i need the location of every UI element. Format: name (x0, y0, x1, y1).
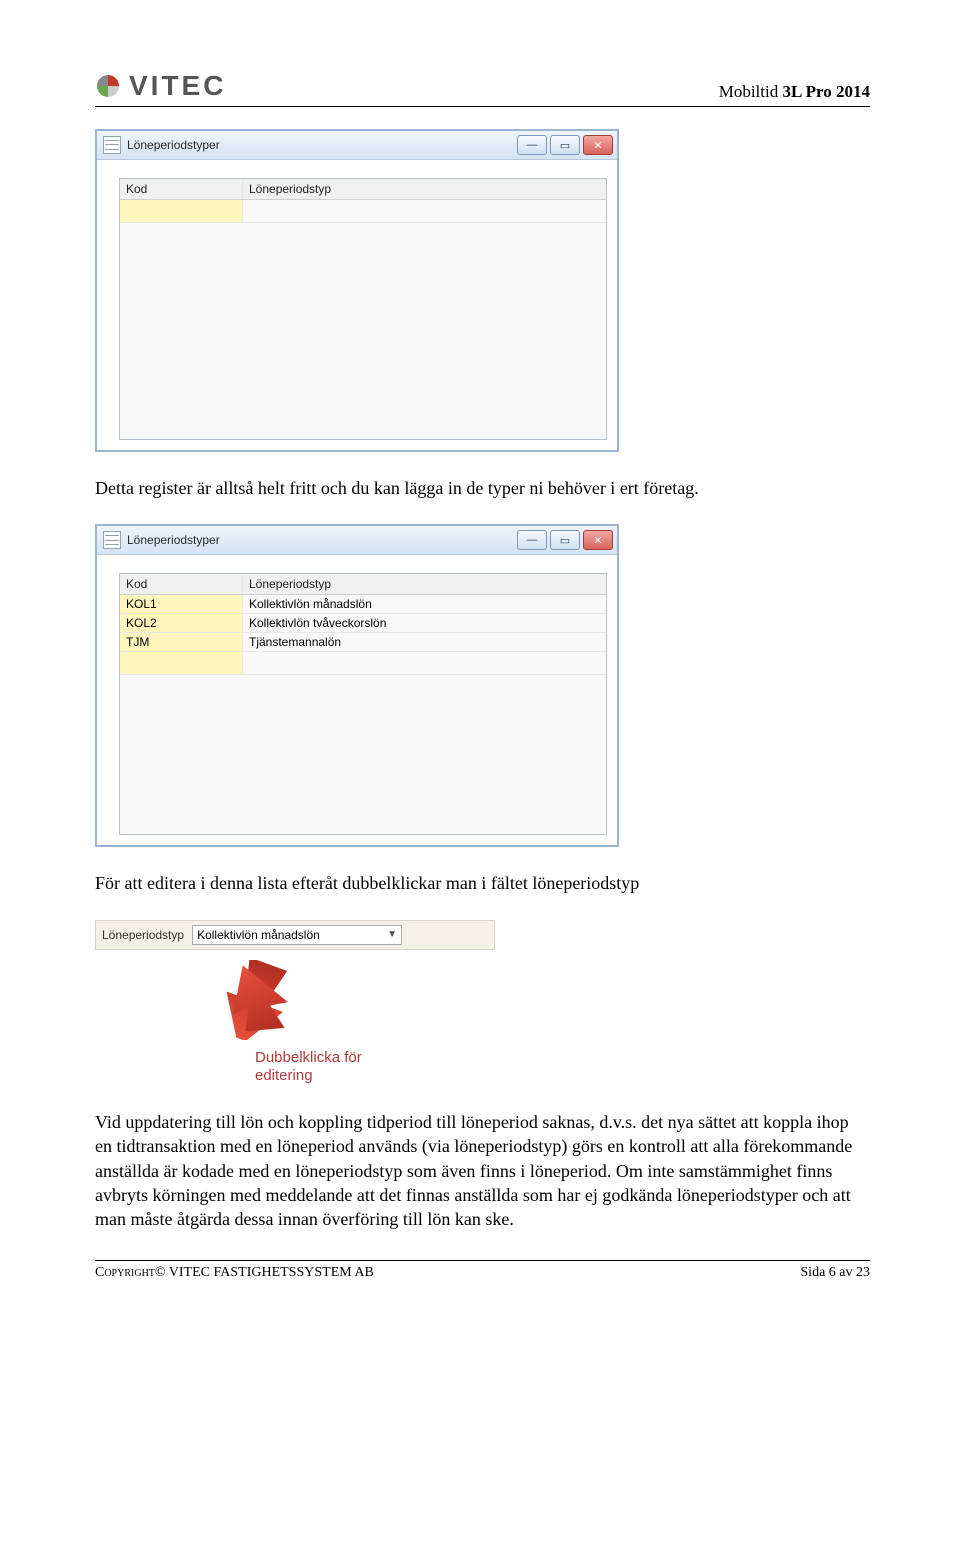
logo-text: VITEC (129, 70, 226, 102)
window-icon (103, 531, 121, 549)
cell-kod[interactable]: TJM (120, 633, 243, 651)
paragraph-1: Detta register är alltså helt fritt och … (95, 476, 870, 500)
dropdown-snippet: Löneperiodstyp Kollektivlön månadslön ▼ (95, 920, 495, 950)
col-typ: Löneperiodstyp (243, 179, 606, 199)
minimize-button[interactable]: — (517, 135, 547, 155)
grid-header: Kod Löneperiodstyp (120, 574, 606, 595)
close-button[interactable]: ✕ (583, 135, 613, 155)
paragraph-3: Vid uppdatering till lön och koppling ti… (95, 1110, 870, 1231)
footer-copyright: Copyright© VITEC FASTIGHETSSYSTEM AB (95, 1265, 374, 1281)
paragraph-2: För att editera i denna lista efteråt du… (95, 871, 870, 895)
dropdown-value: Kollektivlön månadslön (197, 928, 320, 942)
window-icon (103, 136, 121, 154)
grid-row[interactable]: KOL1 Kollektivlön månadslön (120, 595, 606, 614)
vitec-logo-icon (95, 73, 121, 99)
grid[interactable]: Kod Löneperiodstyp (119, 178, 607, 440)
cell-kod[interactable]: KOL2 (120, 614, 243, 632)
logo: VITEC (95, 70, 226, 102)
cell-typ[interactable]: Kollektivlön tvåveckorslön (243, 614, 606, 632)
grid-row[interactable]: TJM Tjänstemannalön (120, 633, 606, 652)
window-titlebar[interactable]: Löneperiodstyper — ▭ ✕ (97, 131, 617, 160)
grid-row-empty[interactable] (120, 652, 606, 675)
maximize-button[interactable]: ▭ (550, 530, 580, 550)
dropdown-field[interactable]: Kollektivlön månadslön ▼ (192, 925, 402, 945)
red-arrow-icon (205, 960, 870, 1045)
page-header: VITEC Mobiltid 3L Pro 2014 (95, 70, 870, 107)
col-kod: Kod (120, 574, 243, 594)
window-loneperiodstyper-empty: Löneperiodstyper — ▭ ✕ Kod Löneperiodsty… (95, 129, 619, 452)
grid-row-empty[interactable] (120, 200, 606, 223)
arrow-caption: Dubbelklicka för editering (255, 1049, 870, 1087)
window-loneperiodstyper-filled: Löneperiodstyper — ▭ ✕ Kod Löneperiodsty… (95, 524, 619, 847)
cell-typ[interactable]: Kollektivlön månadslön (243, 595, 606, 613)
close-button[interactable]: ✕ (583, 530, 613, 550)
window-titlebar[interactable]: Löneperiodstyper — ▭ ✕ (97, 526, 617, 555)
maximize-button[interactable]: ▭ (550, 135, 580, 155)
cell-typ[interactable]: Tjänstemannalön (243, 633, 606, 651)
header-title: Mobiltid 3L Pro 2014 (719, 82, 870, 102)
chevron-down-icon: ▼ (387, 929, 397, 940)
footer-page-number: Sida 6 av 23 (800, 1265, 870, 1281)
grid-header: Kod Löneperiodstyp (120, 179, 606, 200)
grid[interactable]: Kod Löneperiodstyp KOL1 Kollektivlön mån… (119, 573, 607, 835)
col-typ: Löneperiodstyp (243, 574, 606, 594)
page-footer: Copyright© VITEC FASTIGHETSSYSTEM AB Sid… (95, 1260, 870, 1281)
window-title: Löneperiodstyper (127, 533, 220, 547)
minimize-button[interactable]: — (517, 530, 547, 550)
window-title: Löneperiodstyper (127, 138, 220, 152)
cell-kod[interactable]: KOL1 (120, 595, 243, 613)
dropdown-label: Löneperiodstyp (102, 928, 184, 942)
grid-row[interactable]: KOL2 Kollektivlön tvåveckorslön (120, 614, 606, 633)
col-kod: Kod (120, 179, 243, 199)
